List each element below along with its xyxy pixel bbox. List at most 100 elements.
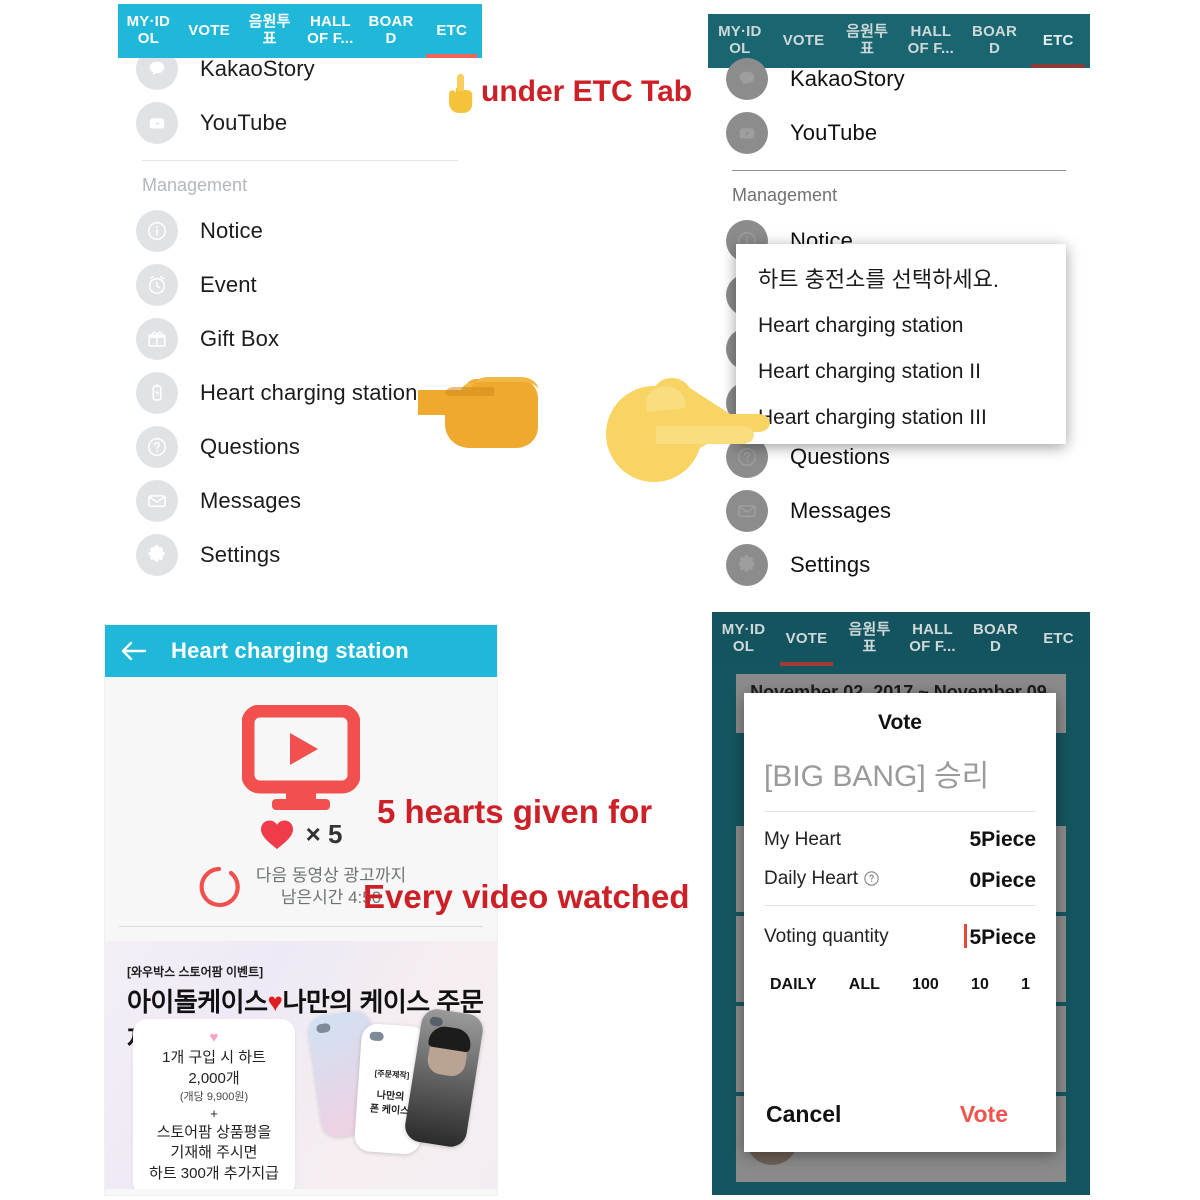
vote-dialog: Vote [BIG BANG] 승리 My Heart 5Piece Daily H… bbox=[744, 693, 1056, 1152]
menu-item-kakaostory: KakaoStory bbox=[708, 52, 1090, 106]
vote-row-label: Daily Heart bbox=[764, 868, 880, 893]
tab-underline bbox=[366, 54, 417, 58]
vote-tab-bar[interactable]: MY·ID OL VOTE 음원투 표 HALL OF F... BOAR D ETC bbox=[712, 612, 1090, 666]
menu-item-youtube[interactable]: YouTube bbox=[118, 96, 482, 150]
tab-myidol[interactable]: MY·ID OL bbox=[712, 612, 775, 666]
menu-item-label: Event bbox=[200, 272, 257, 297]
quantity-chip-1[interactable]: 1 bbox=[1021, 976, 1030, 994]
top-tab-bar[interactable]: MY·ID OL VOTE 음원투 표 HALL OF F... BOAR D ETC bbox=[118, 4, 482, 58]
ad-offer-card: ♥ 1개 구입 시 하트 2,000개 (개당 9,900원) + 스토어팜 상… bbox=[133, 1019, 295, 1189]
quantity-chip-daily[interactable]: DAILY bbox=[770, 976, 817, 994]
vote-row-value: 5Piece bbox=[969, 828, 1036, 851]
circular-timer-icon bbox=[196, 864, 242, 910]
menu-item-settings[interactable]: Settings bbox=[118, 528, 482, 582]
gear-icon bbox=[136, 534, 178, 576]
menu-item-notice[interactable]: Notice bbox=[118, 204, 482, 258]
youtube-icon bbox=[136, 102, 178, 144]
ad-tag: [와우박스 스토어팜 이벤트] bbox=[127, 965, 264, 979]
tab-board[interactable]: BOAR D bbox=[964, 612, 1027, 666]
menu-item-label: KakaoStory bbox=[200, 56, 315, 81]
menu-item-messages[interactable]: Messages bbox=[118, 474, 482, 528]
tab-underline bbox=[123, 54, 174, 58]
question-mark-icon bbox=[136, 426, 178, 468]
quantity-preset-chips[interactable]: DAILY ALL 100 10 1 bbox=[764, 976, 1036, 994]
tab-tab2[interactable]: 음원투 표 bbox=[239, 4, 300, 58]
tab-label: ETC bbox=[1042, 31, 1074, 49]
ad-offer-line-5: 하트 300개 추가지급 bbox=[149, 1164, 279, 1182]
etc-menu-list: KakaoStory YouTube Management Notice Even… bbox=[118, 42, 482, 582]
vote-dialog-title: Vote bbox=[878, 711, 922, 734]
gift-icon bbox=[136, 318, 178, 360]
tab-underline bbox=[426, 54, 478, 58]
tab-label: 음원투 표 bbox=[248, 13, 291, 47]
picker-option-3[interactable]: Heart charging station III bbox=[758, 406, 1044, 430]
menu-item-label: Settings bbox=[200, 542, 281, 567]
menu-section-label: Management bbox=[142, 175, 248, 195]
menu-section-label: Management bbox=[732, 185, 838, 205]
ad-offer-line-2: (개당 9,900원) bbox=[179, 1091, 249, 1103]
tab-underline bbox=[244, 54, 295, 58]
vote-heart-rows: My Heart 5Piece Daily Heart 0Piece bbox=[764, 828, 1036, 893]
quantity-chip-all[interactable]: ALL bbox=[849, 976, 880, 994]
pointing-right-hand-icon-right bbox=[600, 368, 770, 488]
annotation-under-etc-tab: under ETC Tab bbox=[481, 75, 693, 108]
ad-offer-plus: + bbox=[210, 1106, 218, 1121]
heart-count-label: × 5 bbox=[305, 819, 343, 849]
tab-label: ETC bbox=[436, 21, 467, 39]
voting-quantity-value: 5Piece bbox=[969, 926, 1036, 949]
pointing-right-hand-icon-left bbox=[418, 352, 554, 464]
menu-item-label: Notice bbox=[200, 218, 263, 243]
help-icon[interactable] bbox=[863, 870, 880, 893]
menu-item-label: Questions bbox=[200, 434, 300, 459]
tab-underline bbox=[305, 54, 356, 58]
picker-options: Heart charging station Heart charging sta… bbox=[758, 314, 1044, 430]
dialog-divider bbox=[764, 905, 1036, 906]
menu-item-event[interactable]: Event bbox=[118, 258, 482, 312]
back-arrow-icon[interactable] bbox=[121, 640, 147, 662]
tab-vote[interactable]: VOTE bbox=[775, 612, 838, 666]
ad-banner[interactable]: [와우박스 스토어팜 이벤트] 아이돌케이스♥나만의 케이스 주문제작! ♥ 1… bbox=[105, 941, 497, 1189]
heart-icon bbox=[260, 819, 294, 850]
quantity-chip-10[interactable]: 10 bbox=[971, 976, 989, 994]
voting-quantity-row[interactable]: Voting quantity 5Piece bbox=[764, 924, 1036, 950]
voting-quantity-label: Voting quantity bbox=[764, 926, 889, 947]
annotation-line-2: Every video watched bbox=[363, 877, 690, 915]
menu-item-label: YouTube bbox=[200, 110, 288, 135]
menu-item-settings[interactable]: Settings bbox=[708, 538, 1090, 590]
picker-title: 하트 충전소를 선택하세요. bbox=[758, 267, 999, 292]
tab-etc[interactable]: ETC bbox=[421, 4, 482, 58]
annotation-hearts-given: 5 hearts given for Every video watched bbox=[363, 749, 689, 960]
tab-etc[interactable]: ETC bbox=[1027, 612, 1090, 666]
tab-vote[interactable]: VOTE bbox=[179, 4, 240, 58]
heart-station-appbar: Heart charging station bbox=[105, 625, 497, 677]
vote-button[interactable]: Vote bbox=[960, 1101, 1008, 1128]
vote-row-my-heart: My Heart 5Piece bbox=[764, 828, 1036, 852]
vote-row-value: 0Piece bbox=[969, 868, 1036, 892]
envelope-icon bbox=[726, 490, 768, 532]
tab-label: VOTE bbox=[785, 629, 828, 647]
tab-board[interactable]: BOAR D bbox=[361, 4, 422, 58]
heart-icon: ♥ bbox=[267, 987, 283, 1017]
appbar-title: Heart charging station bbox=[171, 638, 409, 663]
menu-item-label: Settings bbox=[790, 552, 871, 577]
tab-myidol[interactable]: MY·ID OL bbox=[118, 4, 179, 58]
cancel-button[interactable]: Cancel bbox=[766, 1101, 841, 1128]
ad-headline-left: 아이돌케이스 bbox=[127, 987, 268, 1017]
heart-station-picker-dialog: 하트 충전소를 선택하세요. Heart charging station Hea… bbox=[736, 244, 1066, 444]
quantity-chip-100[interactable]: 100 bbox=[912, 976, 939, 994]
tab-halloff[interactable]: HALL OF F... bbox=[300, 4, 361, 58]
picker-option-2[interactable]: Heart charging station II bbox=[758, 360, 1044, 384]
menu-item-messages[interactable]: Messages bbox=[708, 484, 1090, 538]
tab-label: HALL OF F... bbox=[307, 13, 354, 47]
picker-option-1[interactable]: Heart charging station bbox=[758, 314, 1044, 338]
tab-label: VOTE bbox=[782, 31, 825, 49]
youtube-icon bbox=[726, 112, 768, 154]
tab-halloff[interactable]: HALL OF F... bbox=[901, 612, 964, 666]
voting-quantity-input[interactable]: 5Piece bbox=[964, 924, 1036, 950]
vote-idol-name: [BIG BANG] 승리 bbox=[764, 760, 990, 793]
station-picker-panel: MY·ID OL VOTE 음원투 표 HALL OF F... BOAR D ETC Kakao… bbox=[708, 14, 1090, 590]
ad-offer-line-3: 스토어팜 상품평을 bbox=[156, 1124, 272, 1141]
tab-tab2[interactable]: 음원투 표 bbox=[838, 612, 901, 666]
video-play-icon[interactable] bbox=[242, 705, 360, 813]
menu-item-youtube: YouTube bbox=[708, 106, 1090, 160]
